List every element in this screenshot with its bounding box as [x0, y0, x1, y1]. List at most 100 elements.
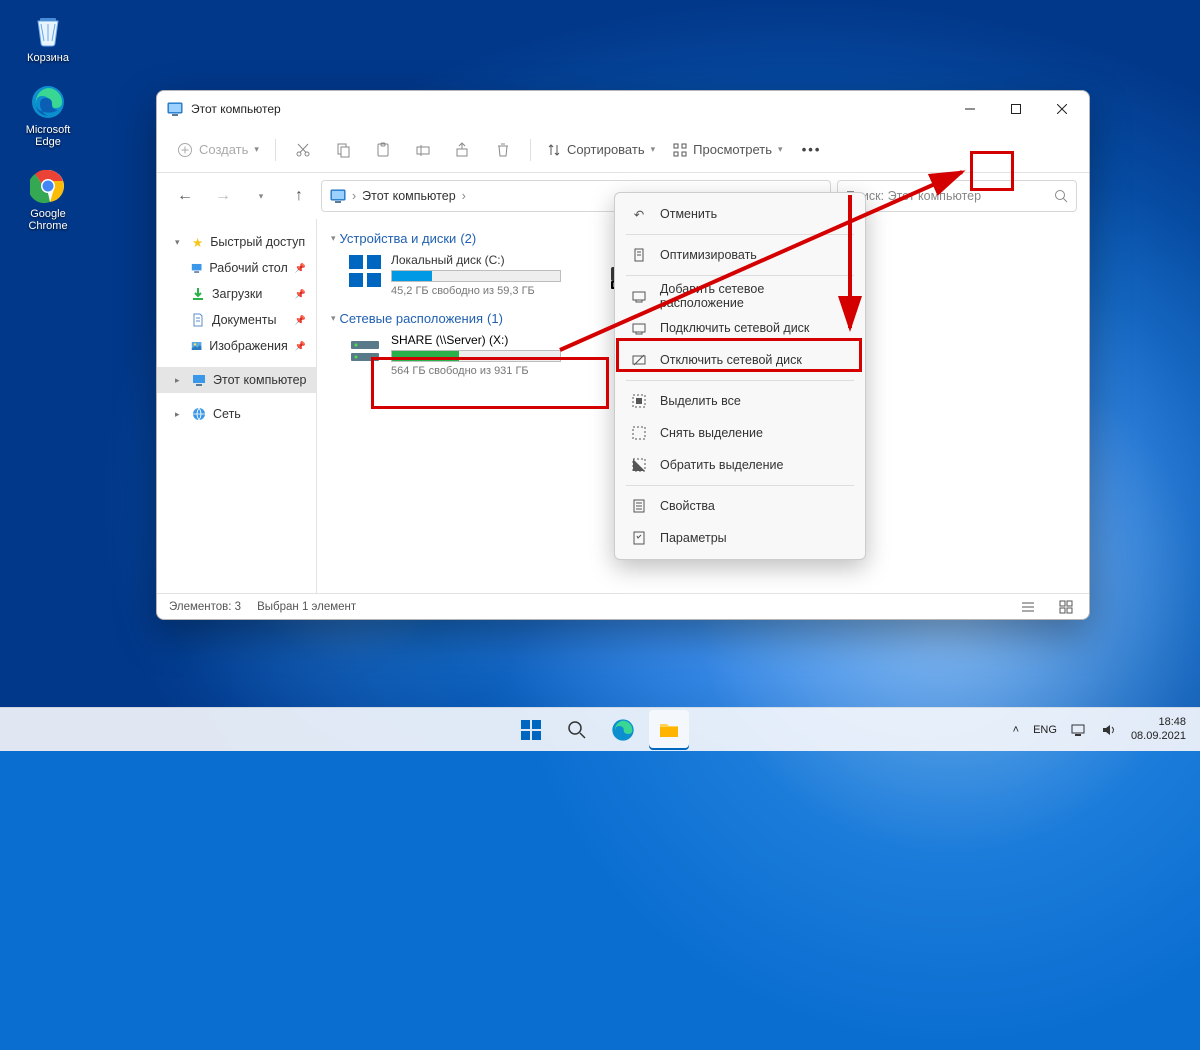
this-pc-icon	[167, 101, 183, 117]
taskbar-edge[interactable]	[603, 710, 643, 750]
minimize-button[interactable]	[947, 93, 993, 125]
cut-icon	[295, 142, 311, 158]
edge-icon	[28, 82, 68, 122]
status-count: Элементов: 3	[169, 601, 241, 613]
recent-button[interactable]: ▾	[245, 180, 277, 212]
menu-select-none[interactable]: Снять выделение	[620, 417, 860, 449]
edge-label: Microsoft Edge	[12, 124, 84, 148]
paste-button[interactable]	[364, 133, 402, 167]
pin-icon: 📌	[295, 289, 306, 300]
undo-icon: ↶	[630, 207, 648, 222]
menu-select-all[interactable]: Выделить все	[620, 385, 860, 417]
view-icon	[673, 143, 687, 157]
drive-network-x[interactable]: SHARE (\\Server) (X:) 564 ГБ свободно из…	[347, 333, 577, 377]
tray-volume-icon[interactable]	[1101, 723, 1117, 737]
chevron-down-icon: ▾	[254, 144, 259, 155]
chrome-icon	[28, 166, 68, 206]
network-icon	[192, 407, 206, 421]
paste-icon	[375, 142, 391, 158]
rename-button[interactable]	[404, 133, 442, 167]
disconnect-drive-icon	[630, 353, 648, 367]
statusbar: Элементов: 3 Выбран 1 элемент	[157, 593, 1089, 619]
sidebar-network[interactable]: ▸Сеть	[157, 401, 316, 427]
menu-options[interactable]: Параметры	[620, 522, 860, 554]
sort-button[interactable]: Сортировать ▾	[539, 133, 663, 167]
maximize-button[interactable]	[993, 93, 1039, 125]
recycle-bin[interactable]: Корзина	[12, 10, 84, 64]
rename-icon	[415, 142, 431, 158]
view-button[interactable]: Просмотреть ▾	[665, 133, 790, 167]
recycle-label: Корзина	[27, 52, 69, 64]
share-icon	[455, 142, 471, 158]
start-button[interactable]	[511, 710, 551, 750]
close-button[interactable]	[1039, 93, 1085, 125]
this-pc-icon	[192, 373, 206, 387]
sidebar-downloads[interactable]: Загрузки📌	[157, 281, 316, 307]
tray-network-icon[interactable]	[1071, 723, 1087, 737]
tray-language[interactable]: ENG	[1033, 724, 1057, 736]
menu-disconnect-drive[interactable]: Отключить сетевой диск	[620, 344, 860, 376]
window-title: Этот компьютер	[191, 102, 281, 116]
sidebar-quick-access[interactable]: ▾★Быстрый доступ	[157, 229, 316, 255]
chrome-label: Google Chrome	[12, 208, 84, 232]
search-icon	[1054, 189, 1068, 203]
recycle-icon	[28, 10, 68, 50]
menu-add-network-location[interactable]: Добавить сетевое расположение	[620, 280, 860, 312]
toolbar: Создать ▾ Сортировать ▾ Просмотреть ▾ ••…	[157, 127, 1089, 173]
search-input[interactable]: Поиск: Этот компьютер	[837, 180, 1077, 212]
view-details-button[interactable]	[1017, 597, 1039, 617]
tray-chevron[interactable]: ˄	[1013, 724, 1019, 736]
share-button[interactable]	[444, 133, 482, 167]
sort-icon	[547, 143, 561, 157]
sidebar-desktop[interactable]: Рабочий стол📌	[157, 255, 316, 281]
drive-icon	[347, 253, 383, 289]
more-button[interactable]: •••	[793, 133, 831, 167]
taskbar: ˄ ENG 18:48 08.09.2021	[0, 707, 1200, 751]
map-drive-icon	[630, 321, 648, 335]
edge-shortcut[interactable]: Microsoft Edge	[12, 82, 84, 148]
select-all-icon	[630, 394, 648, 408]
create-button[interactable]: Создать ▾	[169, 133, 267, 167]
system-tray: ˄ ENG 18:48 08.09.2021	[999, 716, 1200, 742]
select-none-icon	[630, 426, 648, 440]
back-button[interactable]: ←	[169, 180, 201, 212]
downloads-icon	[191, 287, 205, 301]
menu-properties[interactable]: Свойства	[620, 490, 860, 522]
menu-optimize[interactable]: Оптимизировать	[620, 239, 860, 271]
sidebar-this-pc[interactable]: ▸Этот компьютер	[157, 367, 316, 393]
copy-button[interactable]	[324, 133, 362, 167]
optimize-icon	[630, 248, 648, 262]
pin-icon: 📌	[295, 315, 306, 326]
documents-icon	[191, 313, 205, 327]
titlebar: Этот компьютер	[157, 91, 1089, 127]
menu-map-drive[interactable]: Подключить сетевой диск	[620, 312, 860, 344]
tray-clock[interactable]: 18:48 08.09.2021	[1131, 716, 1186, 742]
forward-button[interactable]: →	[207, 180, 239, 212]
add-location-icon	[630, 289, 648, 303]
drive-c[interactable]: Локальный диск (C:) 45,2 ГБ свободно из …	[347, 253, 577, 297]
taskbar-explorer[interactable]	[649, 710, 689, 750]
pin-icon: 📌	[295, 341, 306, 352]
taskbar-search[interactable]	[557, 710, 597, 750]
status-selected: Выбран 1 элемент	[257, 601, 356, 613]
chrome-shortcut[interactable]: Google Chrome	[12, 166, 84, 232]
copy-icon	[335, 142, 351, 158]
trash-icon	[495, 142, 511, 158]
chevron-down-icon: ▾	[651, 144, 656, 155]
menu-invert[interactable]: Обратить выделение	[620, 449, 860, 481]
pin-icon: 📌	[295, 263, 306, 274]
cut-button[interactable]	[284, 133, 322, 167]
chevron-down-icon: ▾	[778, 144, 783, 155]
pictures-icon	[191, 339, 202, 353]
delete-button[interactable]	[484, 133, 522, 167]
desktop-icon	[191, 261, 202, 275]
properties-icon	[630, 499, 648, 513]
network-drive-icon	[347, 333, 383, 369]
menu-undo[interactable]: ↶Отменить	[620, 198, 860, 230]
sidebar-documents[interactable]: Документы📌	[157, 307, 316, 333]
view-icons-button[interactable]	[1055, 597, 1077, 617]
plus-circle-icon	[177, 142, 193, 158]
sidebar-pictures[interactable]: Изображения📌	[157, 333, 316, 359]
up-button[interactable]: ↑	[283, 180, 315, 212]
more-menu: ↶Отменить Оптимизировать Добавить сетево…	[614, 192, 866, 560]
